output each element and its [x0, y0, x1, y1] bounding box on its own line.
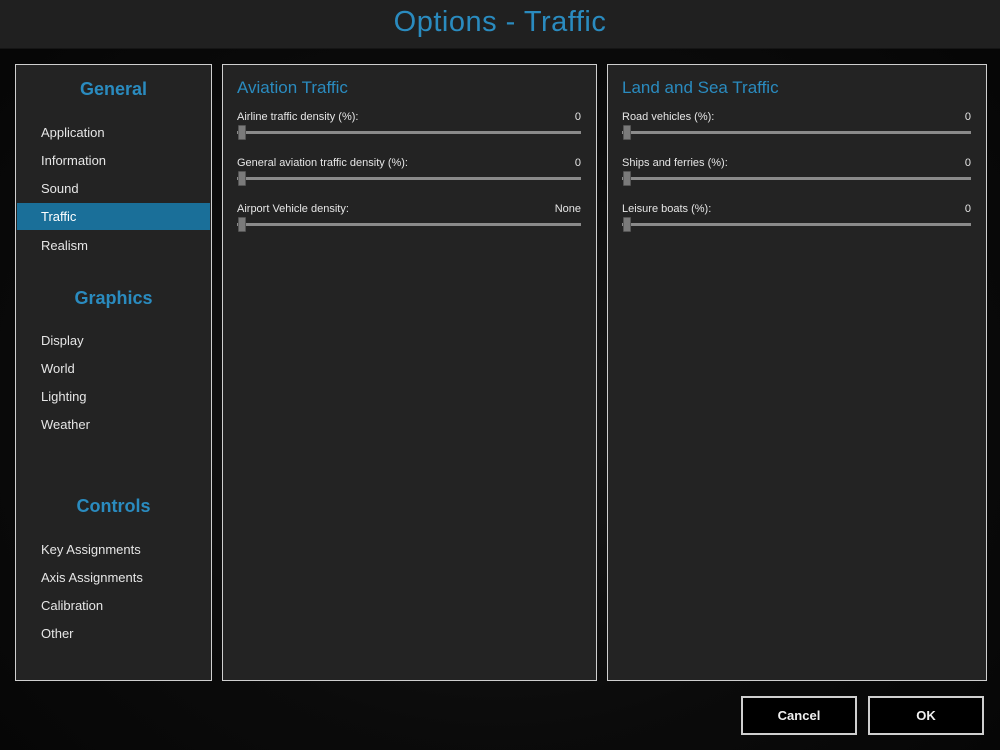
- setting-label: Road vehicles (%):: [622, 111, 715, 123]
- nav-item-key-assignments[interactable]: Key Assignments: [17, 536, 210, 563]
- nav-item-display[interactable]: Display: [17, 327, 210, 354]
- setting-value: None: [554, 203, 581, 215]
- title-bar: Options - Traffic: [0, 0, 1000, 49]
- nav-header-graphics: Graphics: [74, 288, 153, 308]
- slider-track: [237, 177, 581, 180]
- nav-item-axis-assignments[interactable]: Axis Assignments: [17, 564, 210, 591]
- setting-label: Ships and ferries (%):: [622, 157, 728, 169]
- nav-header-general: General: [79, 79, 148, 99]
- nav-header-controls: Controls: [76, 496, 151, 516]
- ships-ferries-slider[interactable]: [622, 171, 971, 187]
- nav-item-lighting[interactable]: Lighting: [17, 383, 210, 410]
- slider-thumb[interactable]: [623, 171, 631, 186]
- slider-thumb[interactable]: [623, 217, 631, 232]
- nav-item-application[interactable]: Application: [17, 119, 210, 146]
- nav-item-traffic[interactable]: Traffic: [17, 203, 210, 230]
- slider-thumb[interactable]: [238, 217, 246, 232]
- setting-value: 0: [964, 157, 971, 169]
- nav-item-information[interactable]: Information: [17, 147, 210, 174]
- leisure-boats-setting: Leisure boats (%): 0: [622, 203, 971, 243]
- slider-track: [237, 223, 581, 226]
- slider-thumb[interactable]: [623, 125, 631, 140]
- nav-item-world[interactable]: World: [17, 355, 210, 382]
- slider-thumb[interactable]: [238, 125, 246, 140]
- road-vehicles-slider[interactable]: [622, 125, 971, 141]
- airport-vehicle-slider[interactable]: [237, 217, 581, 233]
- airline-traffic-slider[interactable]: [237, 125, 581, 141]
- nav-item-calibration[interactable]: Calibration: [17, 592, 210, 619]
- nav-item-other[interactable]: Other: [17, 620, 210, 647]
- setting-label: Airline traffic density (%):: [237, 111, 359, 123]
- setting-label: Airport Vehicle density:: [237, 203, 349, 215]
- leisure-boats-slider[interactable]: [622, 217, 971, 233]
- ships-ferries-setting: Ships and ferries (%): 0: [622, 157, 971, 197]
- road-vehicles-setting: Road vehicles (%): 0: [622, 111, 971, 151]
- nav-item-weather[interactable]: Weather: [17, 411, 210, 438]
- setting-label: General aviation traffic density (%):: [237, 157, 408, 169]
- slider-track: [622, 223, 971, 226]
- nav-item-sound[interactable]: Sound: [17, 175, 210, 202]
- land-sea-traffic-title: Land and Sea Traffic: [622, 78, 779, 97]
- airline-traffic-setting: Airline traffic density (%): 0: [237, 111, 581, 151]
- setting-value: 0: [574, 111, 581, 123]
- slider-track: [622, 131, 971, 134]
- options-window: Options - Traffic General Application In…: [0, 0, 1000, 750]
- slider-track: [237, 131, 581, 134]
- general-aviation-setting: General aviation traffic density (%): 0: [237, 157, 581, 197]
- nav-panel: General Application Information Sound Tr…: [15, 64, 212, 681]
- general-aviation-slider[interactable]: [237, 171, 581, 187]
- window-title: Options - Traffic: [393, 6, 607, 38]
- cancel-button[interactable]: Cancel: [741, 696, 857, 735]
- setting-label: Leisure boats (%):: [622, 203, 712, 215]
- aviation-traffic-panel: Aviation Traffic Airline traffic density…: [222, 64, 597, 681]
- setting-value: 0: [574, 157, 581, 169]
- aviation-traffic-title: Aviation Traffic: [237, 78, 348, 97]
- slider-track: [622, 177, 971, 180]
- land-sea-traffic-panel: Land and Sea Traffic Road vehicles (%): …: [607, 64, 987, 681]
- airport-vehicle-setting: Airport Vehicle density: None: [237, 203, 581, 243]
- nav-item-realism[interactable]: Realism: [17, 232, 210, 259]
- setting-value: 0: [964, 203, 971, 215]
- slider-thumb[interactable]: [238, 171, 246, 186]
- setting-value: 0: [964, 111, 971, 123]
- ok-button[interactable]: OK: [868, 696, 984, 735]
